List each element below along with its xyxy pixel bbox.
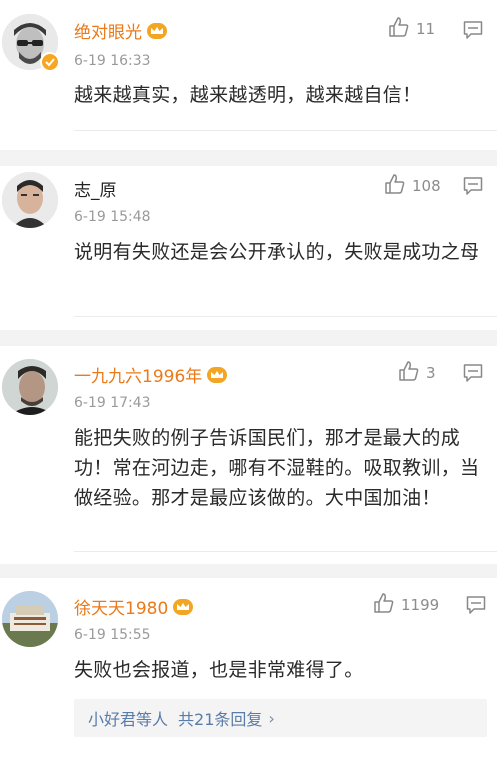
comment-text: 说明有失败还是会公开承认的，失败是成功之母: [74, 241, 480, 263]
avatar[interactable]: [2, 172, 58, 228]
comment-card: 志_原 6-19 15:48 108 说明有失败还是会公开承认的，失败是成功之母: [0, 166, 497, 330]
username[interactable]: 徐天天1980: [74, 598, 194, 621]
reply-count: 共21条回复: [178, 710, 263, 729]
comment-text: 失败也会报道，也是非常难得了。: [74, 659, 364, 681]
comment-icon[interactable]: [466, 595, 486, 615]
username-text: 绝对眼光: [74, 23, 142, 43]
comment-icon[interactable]: [463, 176, 483, 196]
like-button[interactable]: 1199: [373, 592, 440, 618]
comment-card: 徐天天1980 6-19 15:55 1199 失败也会报道，也是非常难得了。 …: [0, 578, 497, 766]
avatar[interactable]: [2, 359, 58, 415]
crown-icon: [146, 22, 168, 45]
username-text: 志_原: [74, 181, 117, 201]
thumbs-up-icon: [373, 592, 395, 618]
like-button[interactable]: 108: [384, 173, 441, 199]
thumbs-up-icon: [384, 173, 406, 199]
divider: [74, 551, 497, 552]
thumbs-up-icon: [398, 360, 420, 386]
divider: [74, 130, 497, 131]
thumbs-up-icon: [388, 16, 410, 42]
comment-text: 越来越真实，越来越透明，越来越自信！: [74, 84, 422, 106]
username[interactable]: 志_原: [74, 181, 117, 201]
verified-badge-icon: [40, 52, 60, 72]
like-count: 3: [426, 364, 436, 382]
timestamp: 6-19 15:48: [74, 209, 151, 225]
view-replies-button[interactable]: 小好君等人 共21条回复 ›: [74, 699, 487, 737]
comment-text: 能把失败的例子告诉国民们，那才是最大的成功！常在河边走，哪有不湿鞋的。吸取教训，…: [74, 427, 480, 509]
like-button[interactable]: 11: [388, 16, 436, 42]
timestamp: 6-19 16:33: [74, 53, 151, 69]
chevron-right-icon: ›: [268, 708, 275, 728]
like-count: 11: [416, 20, 436, 38]
reply-users: 小好君等人: [88, 710, 169, 729]
crown-icon: [172, 598, 194, 621]
comment-icon[interactable]: [463, 363, 483, 383]
like-count: 108: [412, 177, 441, 195]
crown-icon: [206, 366, 228, 389]
comment-card: 一九九六1996年 6-19 17:43 3 能把失败的例子告诉国民们，那才是最…: [0, 346, 497, 564]
avatar[interactable]: [2, 591, 58, 647]
divider: [74, 316, 497, 317]
username-text: 一九九六1996年: [74, 367, 203, 387]
like-count: 1199: [401, 596, 440, 614]
comment-icon[interactable]: [463, 20, 483, 40]
comment-feed: 绝对眼光 6-19 16:33 11 越来越真实，越来越透明，越来越自信！ 志_…: [0, 0, 497, 766]
timestamp: 6-19 17:43: [74, 395, 151, 411]
username-text: 徐天天1980: [74, 599, 169, 619]
like-button[interactable]: 3: [398, 360, 436, 386]
comment-card: 绝对眼光 6-19 16:33 11 越来越真实，越来越透明，越来越自信！: [0, 0, 497, 150]
username[interactable]: 一九九六1996年: [74, 366, 228, 389]
username[interactable]: 绝对眼光: [74, 22, 168, 45]
timestamp: 6-19 15:55: [74, 627, 151, 643]
